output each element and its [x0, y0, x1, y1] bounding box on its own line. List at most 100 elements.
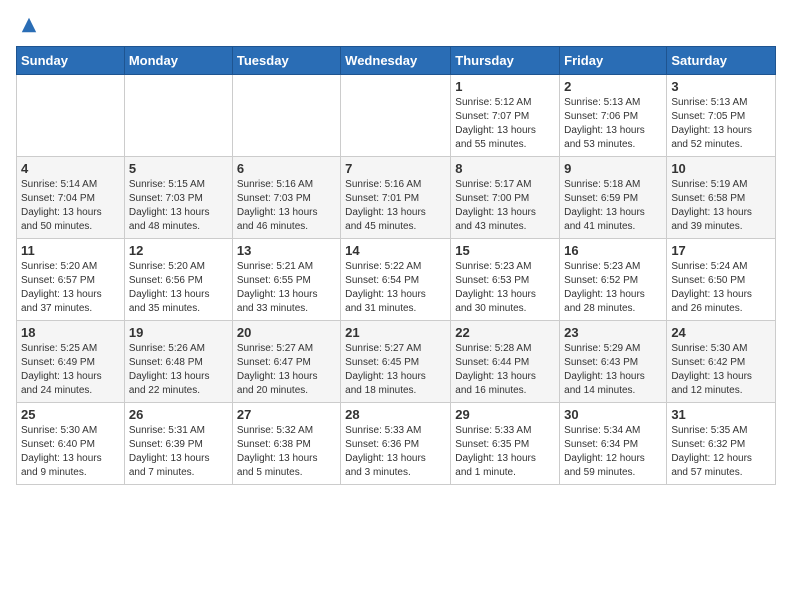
- day-of-week-header: Monday: [124, 47, 232, 75]
- day-number: 9: [564, 161, 662, 176]
- calendar-cell: 21 Sunrise: 5:27 AM Sunset: 6:45 PM Dayli…: [341, 321, 451, 403]
- day-info: Sunrise: 5:29 AM Sunset: 6:43 PM Dayligh…: [564, 342, 662, 398]
- calendar-cell: 8 Sunrise: 5:17 AM Sunset: 7:00 PM Daylig…: [451, 157, 560, 239]
- calendar-cell: [341, 75, 451, 157]
- day-of-week-header: Friday: [560, 47, 667, 75]
- day-info: Sunrise: 5:32 AM Sunset: 6:38 PM Dayligh…: [237, 424, 336, 480]
- day-number: 24: [671, 325, 771, 340]
- day-info: Sunrise: 5:15 AM Sunset: 7:03 PM Dayligh…: [129, 178, 228, 234]
- day-number: 17: [671, 243, 771, 258]
- day-number: 4: [21, 161, 120, 176]
- day-number: 5: [129, 161, 228, 176]
- day-number: 7: [345, 161, 446, 176]
- day-number: 10: [671, 161, 771, 176]
- day-number: 12: [129, 243, 228, 258]
- day-number: 26: [129, 407, 228, 422]
- calendar-cell: 29 Sunrise: 5:33 AM Sunset: 6:35 PM Dayli…: [451, 403, 560, 485]
- day-info: Sunrise: 5:23 AM Sunset: 6:53 PM Dayligh…: [455, 260, 555, 316]
- day-info: Sunrise: 5:21 AM Sunset: 6:55 PM Dayligh…: [237, 260, 336, 316]
- day-info: Sunrise: 5:26 AM Sunset: 6:48 PM Dayligh…: [129, 342, 228, 398]
- day-number: 2: [564, 79, 662, 94]
- calendar-cell: 4 Sunrise: 5:14 AM Sunset: 7:04 PM Daylig…: [17, 157, 125, 239]
- day-info: Sunrise: 5:28 AM Sunset: 6:44 PM Dayligh…: [455, 342, 555, 398]
- day-of-week-header: Wednesday: [341, 47, 451, 75]
- day-info: Sunrise: 5:25 AM Sunset: 6:49 PM Dayligh…: [21, 342, 120, 398]
- calendar-cell: 17 Sunrise: 5:24 AM Sunset: 6:50 PM Dayli…: [667, 239, 776, 321]
- day-number: 16: [564, 243, 662, 258]
- day-info: Sunrise: 5:22 AM Sunset: 6:54 PM Dayligh…: [345, 260, 446, 316]
- calendar-week-row: 25 Sunrise: 5:30 AM Sunset: 6:40 PM Dayli…: [17, 403, 776, 485]
- day-of-week-header: Tuesday: [232, 47, 340, 75]
- day-info: Sunrise: 5:16 AM Sunset: 7:01 PM Dayligh…: [345, 178, 446, 234]
- calendar-cell: [124, 75, 232, 157]
- day-number: 23: [564, 325, 662, 340]
- day-number: 27: [237, 407, 336, 422]
- calendar-cell: 18Sunrise: 5:25 AM Sunset: 6:49 PM Dayli…: [17, 321, 125, 403]
- day-info: Sunrise: 5:13 AM Sunset: 7:06 PM Dayligh…: [564, 96, 662, 152]
- calendar-cell: 19 Sunrise: 5:26 AM Sunset: 6:48 PM Dayli…: [124, 321, 232, 403]
- day-info: Sunrise: 5:18 AM Sunset: 6:59 PM Dayligh…: [564, 178, 662, 234]
- calendar-cell: [17, 75, 125, 157]
- day-number: 19: [129, 325, 228, 340]
- calendar-cell: 15 Sunrise: 5:23 AM Sunset: 6:53 PM Dayli…: [451, 239, 560, 321]
- calendar-cell: 14 Sunrise: 5:22 AM Sunset: 6:54 PM Dayli…: [341, 239, 451, 321]
- calendar-cell: 9 Sunrise: 5:18 AM Sunset: 6:59 PM Daylig…: [560, 157, 667, 239]
- day-number: 15: [455, 243, 555, 258]
- day-info: Sunrise: 5:33 AM Sunset: 6:36 PM Dayligh…: [345, 424, 446, 480]
- day-info: Sunrise: 5:20 AM Sunset: 6:56 PM Dayligh…: [129, 260, 228, 316]
- calendar-header-row: SundayMondayTuesdayWednesdayThursdayFrid…: [17, 47, 776, 75]
- day-info: Sunrise: 5:16 AM Sunset: 7:03 PM Dayligh…: [237, 178, 336, 234]
- day-number: 22: [455, 325, 555, 340]
- calendar-cell: 28 Sunrise: 5:33 AM Sunset: 6:36 PM Dayli…: [341, 403, 451, 485]
- calendar-week-row: 4 Sunrise: 5:14 AM Sunset: 7:04 PM Daylig…: [17, 157, 776, 239]
- day-number: 21: [345, 325, 446, 340]
- logo-icon: [20, 16, 38, 34]
- calendar-cell: 3Sunrise: 5:13 AM Sunset: 7:05 PM Daylig…: [667, 75, 776, 157]
- calendar-cell: 20 Sunrise: 5:27 AM Sunset: 6:47 PM Dayli…: [232, 321, 340, 403]
- day-number: 1: [455, 79, 555, 94]
- calendar-week-row: 18Sunrise: 5:25 AM Sunset: 6:49 PM Dayli…: [17, 321, 776, 403]
- calendar-cell: 7 Sunrise: 5:16 AM Sunset: 7:01 PM Daylig…: [341, 157, 451, 239]
- day-info: Sunrise: 5:30 AM Sunset: 6:40 PM Dayligh…: [21, 424, 120, 480]
- calendar-cell: 13 Sunrise: 5:21 AM Sunset: 6:55 PM Dayli…: [232, 239, 340, 321]
- day-number: 13: [237, 243, 336, 258]
- day-info: Sunrise: 5:17 AM Sunset: 7:00 PM Dayligh…: [455, 178, 555, 234]
- day-number: 3: [671, 79, 771, 94]
- calendar-week-row: 11 Sunrise: 5:20 AM Sunset: 6:57 PM Dayli…: [17, 239, 776, 321]
- day-of-week-header: Thursday: [451, 47, 560, 75]
- day-number: 11: [21, 243, 120, 258]
- day-info: Sunrise: 5:27 AM Sunset: 6:47 PM Dayligh…: [237, 342, 336, 398]
- day-of-week-header: Saturday: [667, 47, 776, 75]
- day-info: Sunrise: 5:33 AM Sunset: 6:35 PM Dayligh…: [455, 424, 555, 480]
- calendar-cell: 12 Sunrise: 5:20 AM Sunset: 6:56 PM Dayli…: [124, 239, 232, 321]
- day-number: 31: [671, 407, 771, 422]
- calendar-cell: 30 Sunrise: 5:34 AM Sunset: 6:34 PM Dayli…: [560, 403, 667, 485]
- day-info: Sunrise: 5:24 AM Sunset: 6:50 PM Dayligh…: [671, 260, 771, 316]
- day-number: 20: [237, 325, 336, 340]
- calendar-cell: 10 Sunrise: 5:19 AM Sunset: 6:58 PM Dayli…: [667, 157, 776, 239]
- day-info: Sunrise: 5:20 AM Sunset: 6:57 PM Dayligh…: [21, 260, 120, 316]
- day-info: Sunrise: 5:14 AM Sunset: 7:04 PM Dayligh…: [21, 178, 120, 234]
- calendar-cell: 11 Sunrise: 5:20 AM Sunset: 6:57 PM Dayli…: [17, 239, 125, 321]
- calendar-cell: 16Sunrise: 5:23 AM Sunset: 6:52 PM Dayli…: [560, 239, 667, 321]
- day-info: Sunrise: 5:27 AM Sunset: 6:45 PM Dayligh…: [345, 342, 446, 398]
- calendar-cell: 23 Sunrise: 5:29 AM Sunset: 6:43 PM Dayli…: [560, 321, 667, 403]
- page-header: [16, 16, 776, 34]
- day-number: 25: [21, 407, 120, 422]
- logo: [16, 16, 38, 34]
- calendar-cell: 24Sunrise: 5:30 AM Sunset: 6:42 PM Dayli…: [667, 321, 776, 403]
- day-number: 30: [564, 407, 662, 422]
- calendar-cell: 1 Sunrise: 5:12 AM Sunset: 7:07 PM Daylig…: [451, 75, 560, 157]
- day-info: Sunrise: 5:12 AM Sunset: 7:07 PM Dayligh…: [455, 96, 555, 152]
- calendar-cell: 27 Sunrise: 5:32 AM Sunset: 6:38 PM Dayli…: [232, 403, 340, 485]
- calendar-cell: 25 Sunrise: 5:30 AM Sunset: 6:40 PM Dayli…: [17, 403, 125, 485]
- day-info: Sunrise: 5:34 AM Sunset: 6:34 PM Dayligh…: [564, 424, 662, 480]
- day-info: Sunrise: 5:19 AM Sunset: 6:58 PM Dayligh…: [671, 178, 771, 234]
- day-number: 14: [345, 243, 446, 258]
- day-number: 29: [455, 407, 555, 422]
- day-number: 6: [237, 161, 336, 176]
- day-of-week-header: Sunday: [17, 47, 125, 75]
- day-number: 28: [345, 407, 446, 422]
- day-number: 8: [455, 161, 555, 176]
- calendar-cell: 6 Sunrise: 5:16 AM Sunset: 7:03 PM Daylig…: [232, 157, 340, 239]
